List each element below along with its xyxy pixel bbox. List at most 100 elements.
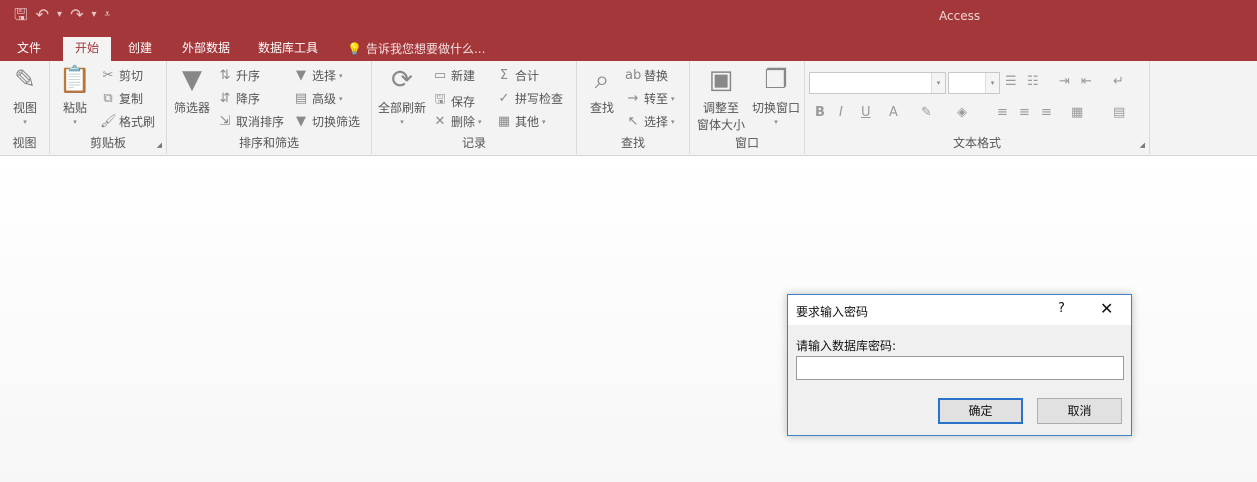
bold-button[interactable]: B: [815, 105, 825, 120]
new-record-icon: ▭: [433, 68, 447, 83]
selection-filter-icon: ▼: [296, 68, 306, 83]
dialog-title-bar: 要求输入密码 ? ✕: [788, 295, 1131, 325]
paragraph-direction-icon[interactable]: ↵: [1113, 74, 1124, 89]
tab-database-tools[interactable]: 数据库工具: [246, 37, 330, 61]
italic-button[interactable]: I: [839, 105, 843, 120]
scissors-icon: ✂: [102, 68, 114, 83]
refresh-icon: ⟳: [391, 65, 413, 95]
advanced-filter-button[interactable]: ▤ 高级 ▾: [293, 90, 343, 107]
save-icon[interactable]: 🖫: [14, 6, 28, 24]
format-painter-button[interactable]: 🖌 格式刷: [100, 113, 155, 130]
delete-icon: ✕: [434, 114, 446, 129]
size-to-fit-button[interactable]: ▣ 调整至 窗体大小: [692, 65, 750, 133]
save-icon: 🖫: [434, 92, 446, 107]
group-view: ✎ 视图 ▾ 视图: [0, 61, 50, 154]
customize-icon[interactable]: ⩡: [105, 6, 111, 24]
ribbon: ✎ 视图 ▾ 视图 📋 粘贴 ▾ ✂ 剪切 ⧉ 复制 🖌 格式刷 剪贴板 ◢ ▼: [0, 61, 1257, 156]
password-prompt: 请输入数据库密码:: [796, 339, 897, 353]
new-record-button[interactable]: ▭ 新建: [432, 67, 475, 84]
chevron-down-icon: ▾: [774, 118, 778, 126]
switch-windows-button[interactable]: ❐ 切换窗口 ▾: [748, 65, 804, 126]
tab-home[interactable]: 开始: [63, 37, 112, 61]
find-button[interactable]: ⌕ 查找: [583, 65, 621, 116]
password-input[interactable]: [796, 356, 1124, 380]
chevron-down-icon: ▾: [671, 117, 675, 126]
magnifier-icon: ⌕: [594, 65, 610, 95]
undo-icon[interactable]: ↶: [36, 6, 49, 24]
select-button[interactable]: ↖ 选择 ▾: [625, 113, 675, 130]
chevron-down-icon: ▾: [400, 118, 404, 126]
tab-external-data[interactable]: 外部数据: [170, 37, 242, 61]
align-left-icon[interactable]: ≡: [997, 105, 1008, 120]
filter-button[interactable]: ▼ 筛选器: [171, 65, 213, 116]
group-label-clipboard: 剪贴板: [89, 136, 126, 150]
group-text-format: ▾ ▾ ☰ ☷ ⇥ ⇤ ↵ B I U A ✎ ◈ ≡ ≡ ≡ ▦ ▤ 文本格式…: [805, 61, 1150, 154]
selection-filter-button[interactable]: ▼ 选择 ▾: [293, 67, 343, 84]
more-icon: ▦: [497, 114, 511, 129]
gridlines-icon[interactable]: ▦: [1071, 105, 1083, 120]
close-icon[interactable]: ✕: [1100, 299, 1113, 318]
refresh-all-button[interactable]: ⟳ 全部刷新 ▾: [376, 65, 428, 126]
chevron-down-icon: ▾: [542, 117, 546, 126]
sort-ascending-button[interactable]: ⇅ 升序: [217, 67, 260, 84]
goto-button[interactable]: → 转至 ▾: [625, 90, 675, 107]
chevron-down-icon: ▾: [23, 118, 27, 126]
copy-button[interactable]: ⧉ 复制: [100, 90, 143, 107]
chevron-down-icon: ▾: [339, 94, 343, 103]
increase-indent-icon[interactable]: ⇥: [1059, 74, 1070, 89]
totals-button[interactable]: Σ 合计: [496, 67, 539, 84]
app-title: Access: [939, 9, 981, 23]
dialog-title: 要求输入密码: [796, 305, 869, 319]
font-color-button[interactable]: A: [889, 105, 898, 120]
font-size-combo[interactable]: ▾: [948, 72, 1000, 94]
remove-sort-icon: ⇲: [219, 114, 231, 129]
chevron-down-icon[interactable]: ▾: [985, 73, 999, 93]
redo-icon[interactable]: ↷: [70, 6, 83, 24]
align-right-icon[interactable]: ≡: [1041, 105, 1052, 120]
chevron-down-icon: ▾: [671, 94, 675, 103]
remove-sort-button[interactable]: ⇲ 取消排序: [217, 113, 284, 130]
underline-button[interactable]: U: [861, 105, 871, 120]
view-button[interactable]: ✎ 视图 ▾: [6, 65, 44, 126]
dialog-launcher-icon[interactable]: ◢: [157, 141, 162, 149]
group-clipboard: 📋 粘贴 ▾ ✂ 剪切 ⧉ 复制 🖌 格式刷 剪贴板 ◢: [50, 61, 167, 154]
save-record-button[interactable]: 🖫 保存: [432, 90, 475, 112]
more-button[interactable]: ▦ 其他 ▾: [496, 113, 546, 130]
group-label-view: 视图: [12, 136, 37, 150]
spelling-button[interactable]: ✓ 拼写检查: [496, 90, 563, 107]
ok-button[interactable]: 确定: [938, 398, 1023, 424]
replace-button[interactable]: ab 替换: [625, 67, 668, 84]
font-name-combo[interactable]: ▾: [809, 72, 946, 94]
sort-descending-icon: ⇵: [219, 91, 231, 106]
fill-color-icon[interactable]: ◈: [957, 105, 967, 120]
highlight-icon[interactable]: ✎: [921, 105, 932, 120]
redo-dropdown-icon[interactable]: ▾: [91, 6, 96, 24]
toggle-filter-button[interactable]: ▼ 切换筛选: [293, 113, 360, 130]
decrease-indent-icon[interactable]: ⇤: [1081, 74, 1092, 89]
tell-me-box[interactable]: 💡 告诉我您想要做什么...: [347, 37, 485, 61]
numbering-icon[interactable]: ☷: [1027, 74, 1039, 89]
chevron-down-icon[interactable]: ▾: [931, 73, 945, 93]
tell-me-text: 告诉我您想要做什么...: [365, 42, 486, 56]
align-center-icon[interactable]: ≡: [1019, 105, 1030, 120]
tab-file[interactable]: 文件: [5, 37, 53, 61]
tab-create[interactable]: 创建: [116, 37, 164, 61]
chevron-down-icon: ▾: [478, 117, 482, 126]
delete-record-button[interactable]: ✕ 删除 ▾: [432, 113, 482, 130]
sort-descending-button[interactable]: ⇵ 降序: [217, 90, 260, 107]
undo-dropdown-icon[interactable]: ▾: [57, 6, 62, 24]
paste-button[interactable]: 📋 粘贴 ▾: [56, 65, 94, 126]
arrow-right-icon: →: [627, 91, 639, 106]
dialog-launcher-icon[interactable]: ◢: [1140, 141, 1145, 149]
bullets-icon[interactable]: ☰: [1005, 74, 1017, 89]
advanced-filter-icon: ▤: [294, 91, 308, 106]
alternate-row-color-icon[interactable]: ▤: [1113, 105, 1125, 120]
group-sort-filter: ▼ 筛选器 ⇅ 升序 ⇵ 降序 ⇲ 取消排序 ▼ 选择 ▾ ▤ 高级 ▾ ▼ 切…: [167, 61, 372, 154]
cancel-button[interactable]: 取消: [1037, 398, 1122, 424]
cut-button[interactable]: ✂ 剪切: [100, 67, 143, 84]
password-dialog: 要求输入密码 ? ✕ 请输入数据库密码: 确定 取消: [787, 294, 1132, 436]
help-icon[interactable]: ?: [1058, 301, 1065, 316]
paste-icon: 📋: [58, 65, 92, 95]
view-icon: ✎: [14, 65, 36, 95]
group-label-text-format: 文本格式: [952, 136, 1001, 150]
